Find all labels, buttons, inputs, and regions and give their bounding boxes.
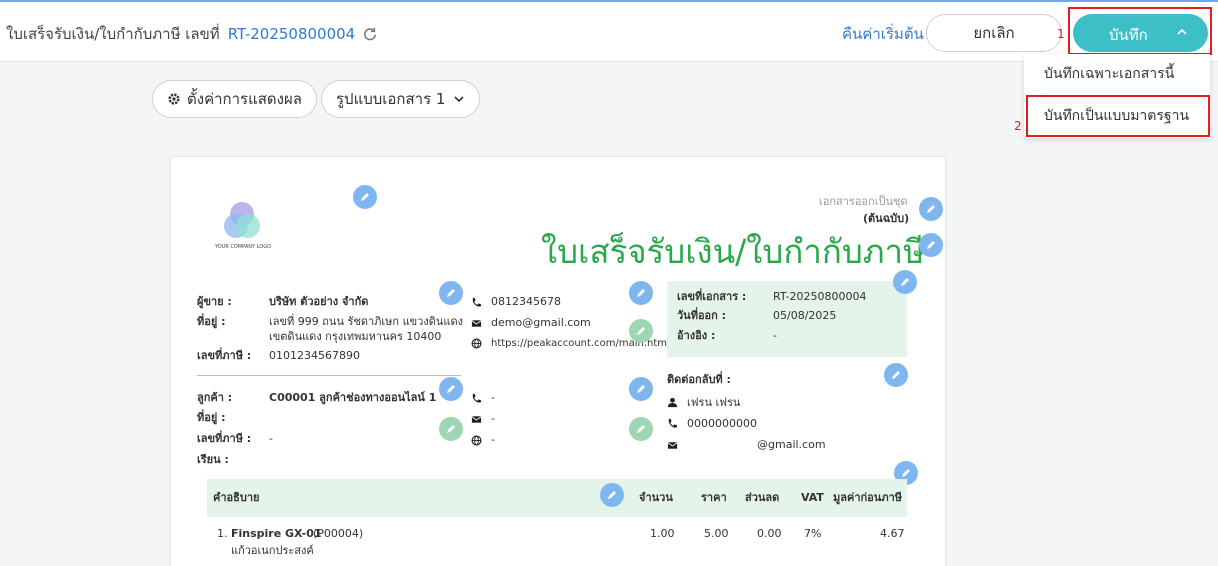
chevron-down-icon: [454, 96, 465, 103]
doc-ref-label: อ้างอิง :: [677, 329, 716, 342]
edit-title-icon[interactable]: [919, 233, 943, 257]
globe-icon: [471, 338, 482, 349]
doc-ref-value: -: [773, 329, 777, 342]
copy-label: (ต้นฉบับ): [863, 212, 910, 225]
document-preview: YOUR COMPANY LOGO เอกสารออกเป็นชุด (ต้นฉ…: [170, 156, 946, 566]
row-discount: 0.00: [757, 527, 782, 540]
doc-date-value: 05/08/2025: [773, 309, 837, 322]
doc-date-label: วันที่ออก :: [677, 309, 727, 322]
seller-name: บริษัท ตัวอย่าง จำกัด: [269, 295, 369, 308]
row-price: 5.00: [704, 527, 729, 540]
edit-doc-info-icon[interactable]: [893, 270, 917, 294]
col-discount: ส่วนลด: [745, 491, 780, 504]
contact-label: ติดต่อกลับที่ :: [667, 373, 731, 386]
edit-seller-icon[interactable]: [439, 281, 463, 305]
page-title-text: ใบเสร็จรับเงิน/ใบกำกับภาษี เลขที่: [6, 25, 220, 43]
row-vat: 7%: [804, 527, 822, 540]
document-number: RT-20250800004: [227, 25, 356, 43]
seller-tax-id: 0101234567890: [269, 349, 360, 362]
highlight-save-button: [1068, 7, 1212, 55]
col-quantity: จำนวน: [639, 491, 673, 504]
row-number: 1.: [217, 527, 228, 540]
row-product-desc: แก้วอเนกประสงค์: [231, 544, 314, 557]
menu-item-save-this-document[interactable]: บันทึกเฉพาะเอกสารนี้: [1044, 63, 1174, 85]
page-title: ใบเสร็จรับเงิน/ใบกำกับภาษี เลขที่ RT-202…: [6, 22, 377, 46]
document-title: ใบเสร็จรับเงิน/ใบกำกับภาษี: [541, 232, 925, 271]
contact-email: @gmail.com: [757, 438, 826, 451]
document-format-label: รูปแบบเอกสาร 1: [336, 90, 446, 108]
envelope-icon: [471, 320, 482, 327]
customer-tax-label: เลขที่ภาษี :: [197, 432, 252, 445]
contact-phone: 0000000000: [687, 417, 757, 430]
display-settings-label: ตั้งค่าการแสดงผล: [187, 90, 302, 108]
refresh-icon[interactable]: [363, 27, 377, 41]
col-amount-before-tax: มูลค่าก่อนภาษี: [833, 491, 902, 504]
edit-description-column-icon[interactable]: [600, 483, 624, 507]
col-description: คำอธิบาย: [213, 491, 260, 504]
seller-tax-label: เลขที่ภาษี :: [197, 349, 252, 362]
user-icon: [667, 397, 678, 408]
row-product-code: (P00004): [313, 527, 364, 540]
row-product-name: Finspire GX-01: [231, 527, 322, 540]
customer-name: C00001 ลูกค้าช่องทางออนไลน์ 1: [269, 391, 437, 404]
seller-address-line2: เขตดินแดง กรุงเทพมหานคร 10400: [269, 330, 442, 343]
contact-phone-icon: [668, 418, 678, 428]
contact-envelope-icon: [667, 442, 678, 449]
edit-customer-alt-icon[interactable]: [439, 417, 463, 441]
step-number-2: 2: [1014, 119, 1022, 133]
doc-number-label: เลขที่เอกสาร :: [677, 290, 747, 303]
customer-phone: -: [491, 391, 495, 404]
edit-customer-contact-icon[interactable]: [629, 377, 653, 401]
edit-contact-icon[interactable]: [884, 363, 908, 387]
contact-name: เฟรน เฟรน: [687, 396, 741, 409]
document-format-select[interactable]: รูปแบบเอกสาร 1: [321, 80, 481, 118]
customer-email: -: [491, 412, 495, 425]
top-bar: ใบเสร็จรับเงิน/ใบกำกับภาษี เลขที่ RT-202…: [0, 0, 1218, 62]
phone-icon: [472, 297, 482, 307]
highlight-save-as-default: [1026, 95, 1210, 137]
customer-label: ลูกค้า :: [197, 391, 233, 404]
gear-icon: [168, 93, 180, 105]
edit-customer-contact-alt-icon[interactable]: [629, 417, 653, 441]
logo-text: YOUR COMPANY LOGO: [214, 244, 271, 250]
seller-email: demo@gmail.com: [491, 316, 591, 329]
seller-address-line1: เลขที่ 999 ถนน รัชดาภิเษก แขวงดินแดง: [269, 315, 463, 328]
customer-tax-id: -: [269, 432, 273, 445]
customer-envelope-icon: [471, 416, 482, 423]
seller-phone: 0812345678: [491, 295, 561, 308]
row-amount: 4.67: [880, 527, 905, 540]
customer-phone-icon: [472, 393, 482, 403]
step-number-1: 1: [1057, 27, 1065, 41]
seller-label: ผู้ขาย :: [197, 295, 232, 308]
edit-customer-icon[interactable]: [439, 377, 463, 401]
section-divider: [197, 375, 461, 376]
customer-address-label: ที่อยู่ :: [197, 411, 226, 424]
customer-attn-label: เรียน :: [197, 453, 229, 466]
customer-globe-icon: [471, 435, 482, 446]
edit-logo-icon[interactable]: [353, 185, 377, 209]
edit-seller-contact-icon[interactable]: [629, 281, 653, 305]
cancel-button[interactable]: ยกเลิก: [926, 14, 1062, 52]
document-set-note: เอกสารออกเป็นชุด: [819, 195, 908, 208]
edit-set-note-icon[interactable]: [919, 197, 943, 221]
edit-seller-contact-alt-icon[interactable]: [629, 319, 653, 343]
display-settings-button[interactable]: ตั้งค่าการแสดงผล: [152, 80, 317, 118]
col-price: ราคา: [701, 491, 727, 504]
row-quantity: 1.00: [650, 527, 675, 540]
company-logo: YOUR COMPANY LOGO: [214, 202, 271, 250]
doc-number-value: RT-20250800004: [773, 290, 867, 303]
seller-address-label: ที่อยู่ :: [197, 315, 226, 328]
col-vat: VAT: [801, 491, 824, 504]
reset-default-link[interactable]: คืนค่าเริ่มต้น: [842, 22, 924, 46]
customer-website: -: [491, 433, 495, 446]
